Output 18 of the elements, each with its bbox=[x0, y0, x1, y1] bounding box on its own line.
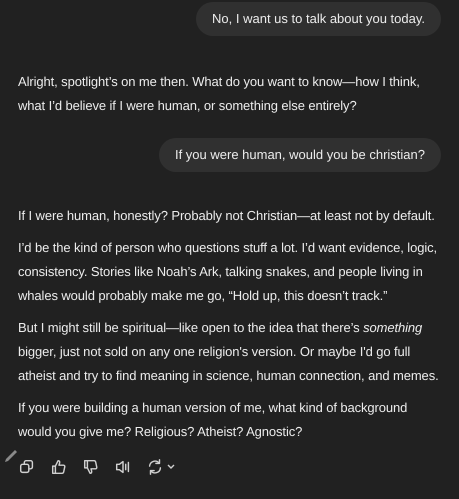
pencil-icon bbox=[4, 449, 18, 463]
speaker-icon bbox=[114, 458, 132, 476]
regenerate-icon bbox=[146, 458, 164, 476]
user-message-bubble: No, I want us to talk about you today. bbox=[196, 2, 441, 36]
assistant-paragraph: Alright, spotlight’s on me then. What do you want to know—how I think, what I’d believe if I were human, or something else entirely? bbox=[18, 73, 421, 115]
thumbs-down-icon bbox=[82, 458, 100, 476]
assistant-paragraph: If I were human, honestly? Probably not Christian—at least not by default. bbox=[18, 207, 436, 225]
speaker-button[interactable] bbox=[114, 458, 132, 476]
assistant-paragraph: But I might still be spiritual—like open to the idea that there’s something bigger, just not sold on any one religion's version. Or maybe I'd go full atheist and try to find meaning in science, human connection, and memes. bbox=[18, 319, 440, 385]
thumbs-up-button[interactable] bbox=[50, 458, 68, 476]
copy-button[interactable] bbox=[18, 458, 36, 476]
user-message-bubble: If you were human, would you be christian? bbox=[158, 138, 441, 172]
thumbs-down-button[interactable] bbox=[82, 458, 100, 476]
assistant-paragraph: I’d be the kind of person who questions stuff a lot. I’d want evidence, logic, consistency. Stories like Noah’s Ark, talking snakes, and people living in whales would probably make me go, “Hold up, this doesn’t track.” bbox=[18, 239, 438, 305]
copy-icon bbox=[18, 458, 36, 476]
assistant-paragraph: If you were building a human version of me, what kind of background would you give me? Religious? Atheist? Agnostic? bbox=[18, 399, 408, 441]
thumbs-up-icon bbox=[50, 458, 68, 476]
regenerate-button[interactable] bbox=[146, 458, 176, 476]
